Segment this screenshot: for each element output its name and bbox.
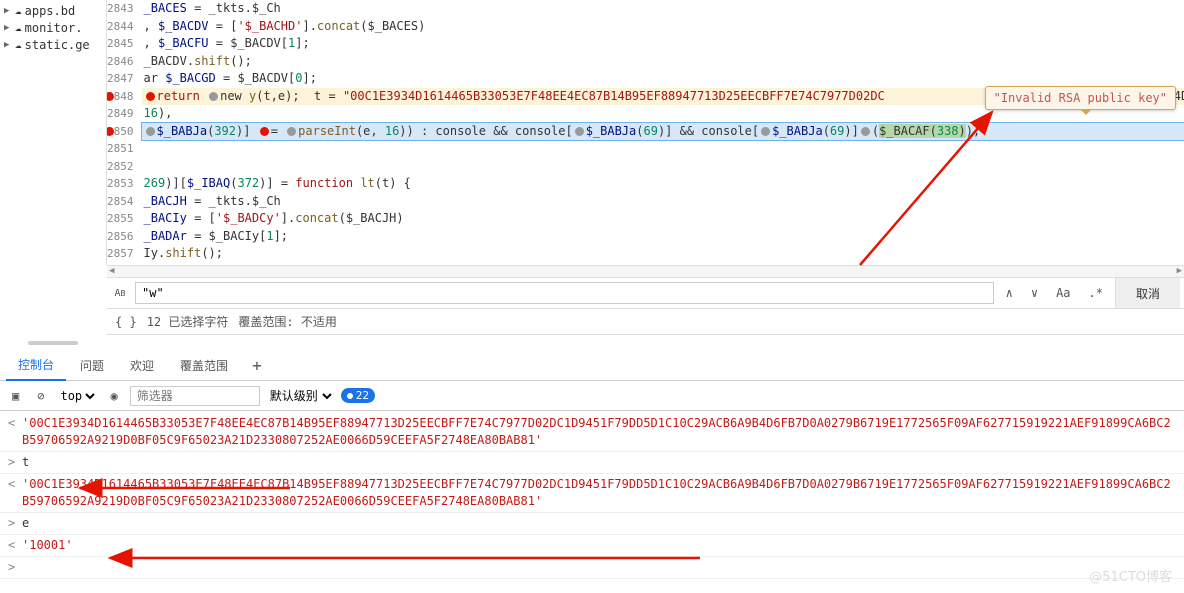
cancel-button[interactable]: 取消 — [1115, 278, 1180, 308]
tree-label: static.ge — [25, 38, 90, 52]
code-editor[interactable]: 2843284428452846284728482849285028512852… — [107, 0, 1184, 265]
code-line[interactable]: 269)][$_IBAQ(372)] = function lt(t) { — [142, 175, 1184, 193]
cloud-icon: ☁ — [15, 38, 22, 51]
console-row[interactable]: <'10001' — [0, 535, 1184, 557]
value-tooltip: "Invalid RSA public key" — [985, 86, 1176, 110]
eye-icon[interactable]: ◉ — [104, 387, 123, 405]
code-line[interactable]: _BACDV.shift(); — [142, 53, 1184, 71]
tab-console[interactable]: 控制台 — [6, 350, 66, 381]
next-match-icon[interactable]: ∨ — [1025, 282, 1044, 304]
selection-status: 12 已选择字符 — [147, 313, 229, 330]
search-bar: AB ∧ ∨ Aa .* 取消 — [107, 277, 1184, 309]
coverage-status: 覆盖范围: 不适用 — [238, 313, 336, 330]
expand-icon: ▶ — [4, 40, 12, 50]
tree-item[interactable]: ▶☁static.ge — [0, 36, 106, 53]
match-case-button[interactable]: Aa — [1050, 282, 1076, 304]
regex-button[interactable]: .* — [1083, 282, 1109, 304]
sidebar-toggle-icon[interactable]: ▣ — [6, 387, 25, 405]
status-bar: { } 12 已选择字符 覆盖范围: 不适用 — [107, 309, 1184, 335]
tab-coverage[interactable]: 覆盖范围 — [168, 351, 240, 380]
filter-input[interactable] — [130, 386, 260, 406]
drag-handle[interactable] — [28, 341, 78, 345]
code-line[interactable]: , $_BACDV = ['$_BACHD'].concat($_BACES) — [142, 18, 1184, 36]
file-tree[interactable]: ▶☁apps.bd ▶☁monitor. ▶☁static.ge — [0, 0, 107, 265]
code-line[interactable] — [142, 140, 1184, 158]
expand-icon: ▶ — [4, 6, 12, 16]
issue-badge[interactable]: 22 — [341, 388, 375, 403]
console-row[interactable]: <'00C1E3934D1614465B33053E7F48EE4EC87B14… — [0, 474, 1184, 513]
tab-issues[interactable]: 问题 — [68, 351, 116, 380]
watermark: @51CTO博客 — [1089, 566, 1172, 585]
cloud-icon: ☁ — [15, 21, 22, 34]
horizontal-scrollbar[interactable] — [107, 265, 1184, 277]
ab-icon[interactable]: AB — [111, 284, 129, 302]
code-line[interactable]: $_BABJa(392)] = parseInt(e, 16)) : conso… — [142, 123, 1184, 141]
console-row[interactable]: >e — [0, 513, 1184, 535]
tree-label: monitor. — [25, 21, 83, 35]
code-line[interactable] — [142, 158, 1184, 176]
tree-item[interactable]: ▶☁monitor. — [0, 19, 106, 36]
braces-icon[interactable]: { } — [115, 315, 137, 329]
drawer-tabs: 控制台 问题 欢迎 覆盖范围 + — [0, 351, 1184, 381]
code-line[interactable]: _BADAr = $_BACIy[1]; — [142, 228, 1184, 246]
console-row[interactable]: > — [0, 557, 1184, 579]
console-output[interactable]: <'00C1E3934D1614465B33053E7F48EE4EC87B14… — [0, 411, 1184, 581]
code-line[interactable]: Iy.shift(); — [142, 245, 1184, 263]
code-area[interactable]: _BACES = _tkts.$_Ch, $_BACDV = ['$_BACHD… — [142, 0, 1184, 265]
console-toolbar: ▣ ⊘ top ◉ 默认级别 22 — [0, 381, 1184, 411]
tree-item[interactable]: ▶☁apps.bd — [0, 2, 106, 19]
tree-label: apps.bd — [25, 4, 76, 18]
clear-console-icon[interactable]: ⊘ — [31, 387, 50, 405]
code-line[interactable]: ar $_BACGD = $_BACDV[0]; — [142, 70, 1184, 88]
search-input[interactable] — [135, 282, 994, 304]
code-line[interactable]: _BACES = _tkts.$_Ch — [142, 0, 1184, 18]
code-line[interactable]: _BACIy = ['$_BADCy'].concat($_BACJH) — [142, 210, 1184, 228]
line-gutter: 2843284428452846284728482849285028512852… — [107, 0, 142, 265]
cloud-icon: ☁ — [15, 4, 22, 17]
add-tab-icon[interactable]: + — [242, 356, 272, 375]
level-select[interactable]: 默认级别 — [266, 388, 335, 404]
expand-icon: ▶ — [4, 23, 12, 33]
console-row[interactable]: <'00C1E3934D1614465B33053E7F48EE4EC87B14… — [0, 413, 1184, 452]
tab-welcome[interactable]: 欢迎 — [118, 351, 166, 380]
code-line[interactable]: _BACJH = _tkts.$_Ch — [142, 193, 1184, 211]
code-line[interactable]: , $_BACFU = $_BACDV[1]; — [142, 35, 1184, 53]
console-row[interactable]: >t — [0, 452, 1184, 474]
prev-match-icon[interactable]: ∧ — [1000, 282, 1019, 304]
context-select[interactable]: top — [56, 388, 98, 404]
